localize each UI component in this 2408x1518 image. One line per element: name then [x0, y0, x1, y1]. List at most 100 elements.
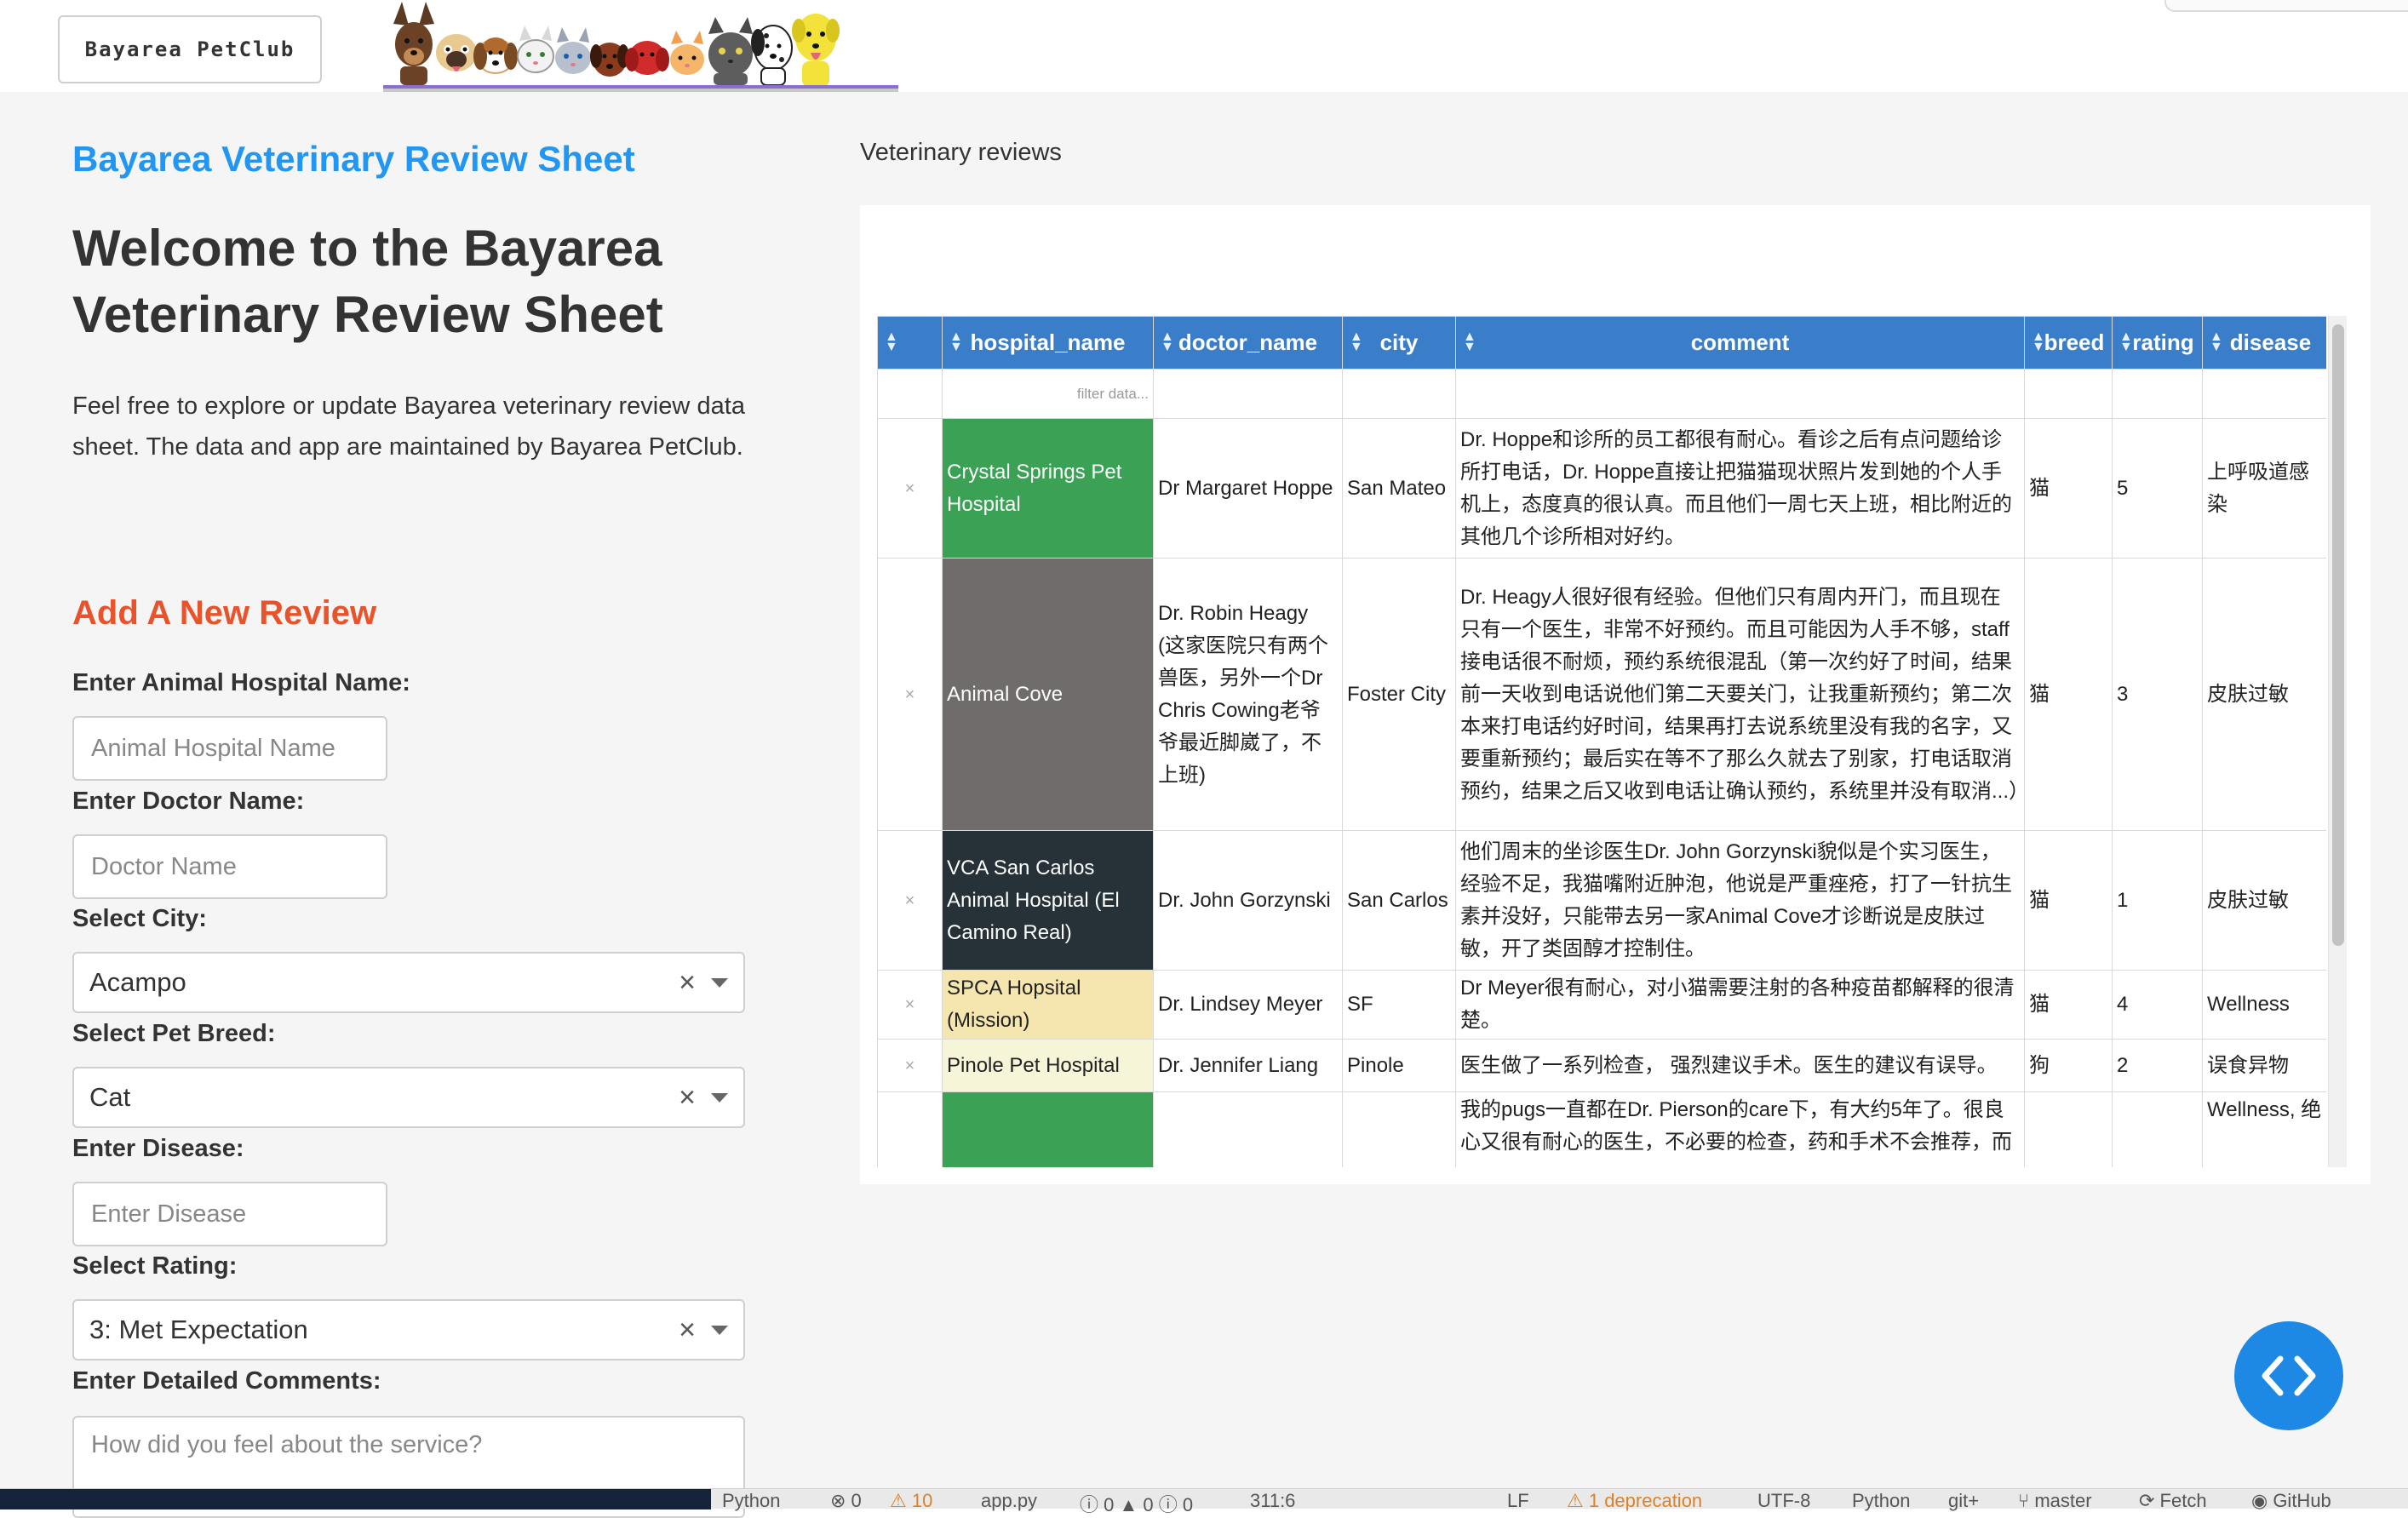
status-git[interactable]: git+ [1948, 1490, 1979, 1512]
status-fetch[interactable]: ⟳ Fetch [2139, 1490, 2207, 1512]
table-scrollbar[interactable] [2328, 316, 2347, 1167]
cell-breed: 猫 [2024, 418, 2113, 559]
brand-button[interactable]: Bayarea PetClub [58, 15, 322, 83]
top-bar: Bayarea PetClub [0, 0, 2408, 92]
cell-disease: Wellness, 绝 [2202, 1091, 2326, 1167]
sort-icon[interactable]: ▲ ▼ [1463, 330, 1476, 354]
status-bar-terminal [0, 1489, 711, 1509]
cell-doctor-name: Dr. Jennifer Liang [1153, 1039, 1343, 1092]
cell-comment: Dr Meyer很有耐心，对小猫需要注射的各种疫苗都解释的很清楚。 [1455, 970, 2025, 1040]
filter-cell[interactable] [1342, 369, 1456, 419]
filter-cell[interactable] [1153, 369, 1343, 419]
table-row[interactable]: × Pinole Pet Hospital Dr. Jennifer Liang Pi… [877, 1039, 2326, 1092]
code-toggle-button[interactable] [2234, 1321, 2343, 1430]
cell-rating: 5 [2112, 418, 2203, 559]
row-header-cell[interactable]: ▲ ▼ [877, 316, 943, 369]
cell-disease: 误食异物 [2202, 1039, 2326, 1092]
sort-icon[interactable]: ▲ ▼ [2119, 330, 2133, 354]
pets-lineup-banner [383, 0, 898, 92]
remove-row-icon[interactable] [877, 1091, 943, 1167]
doctor-input[interactable] [91, 852, 369, 881]
hospital-label: Enter Animal Hospital Name: [72, 669, 410, 696]
filter-cell[interactable] [2024, 369, 2113, 419]
cell-doctor-name: Dr. John Gorzynski [1153, 830, 1343, 971]
status-github[interactable]: ◉ GitHub [2251, 1490, 2331, 1512]
column-header[interactable]: ▲ ▼ city [1342, 316, 1456, 369]
city-select[interactable]: Acampo × [72, 952, 745, 1013]
remove-row-icon[interactable]: × [877, 418, 943, 559]
sort-icon[interactable]: ▲ ▼ [885, 330, 898, 354]
remove-row-icon[interactable]: × [877, 970, 943, 1040]
filter-cell[interactable] [2202, 369, 2326, 419]
cell-breed: 狗 [2024, 1039, 2113, 1092]
chevron-down-icon[interactable] [711, 1325, 728, 1335]
status-errors[interactable]: ⊗ 0 [830, 1490, 862, 1512]
disease-field[interactable] [72, 1182, 387, 1246]
filter-input[interactable]: filter data... [942, 369, 1154, 419]
clear-icon[interactable]: × [679, 966, 696, 1000]
disease-input[interactable] [91, 1200, 369, 1229]
cell-breed [2024, 1091, 2113, 1167]
cell-city: Foster City [1342, 558, 1456, 831]
sort-icon[interactable]: ▲ ▼ [1350, 330, 1363, 354]
cell-comment: 我的pugs一直都在Dr. Pierson的care下，有大约5年了。很良心又很… [1455, 1091, 2025, 1167]
status-problems[interactable]: ⓘ 0 ▲ 0 ⓘ 0 [1080, 1490, 1193, 1517]
cell-hospital-name: SPCA Hopsital (Mission) [942, 970, 1154, 1040]
hospital-field[interactable] [72, 716, 387, 781]
scrollbar-thumb[interactable] [2332, 324, 2344, 946]
cell-comment: 他们周末的坐诊医生Dr. John Gorzynski貌似是个实习医生，经验不足… [1455, 830, 2025, 971]
cell-breed: 猫 [2024, 558, 2113, 831]
reviews-table-wrap: ▲ ▼ ▲ ▼ hospital_name ▲ ▼ doctor_name ▲ ▼ city … [877, 316, 2326, 1167]
chevron-down-icon[interactable] [711, 1092, 728, 1103]
cell-hospital-name: Animal Cove [942, 558, 1154, 831]
cell-city [1342, 1091, 1456, 1167]
cell-disease: 上呼吸道感染 [2202, 418, 2326, 559]
status-line-ending[interactable]: LF [1507, 1490, 1529, 1512]
cell-city: SF [1342, 970, 1456, 1040]
status-file[interactable]: app.py [981, 1490, 1037, 1512]
column-header[interactable]: ▲ ▼ comment [1455, 316, 2025, 369]
table-row[interactable]: × Crystal Springs Pet Hospital Dr Margaret… [877, 418, 2326, 559]
column-header[interactable]: ▲ ▼ disease [2202, 316, 2326, 369]
clear-icon[interactable]: × [679, 1314, 696, 1347]
column-header[interactable]: ▲ ▼ rating [2112, 316, 2203, 369]
table-row[interactable]: × Animal Cove Dr. Robin Heagy (这家医院只有两个兽医，… [877, 558, 2326, 831]
table-row[interactable]: × VCA San Carlos Animal Hospital (El Cami… [877, 830, 2326, 971]
hospital-input[interactable] [91, 734, 369, 763]
cell-hospital-name [942, 1091, 1154, 1167]
breed-select[interactable]: Cat × [72, 1067, 745, 1128]
sort-icon[interactable]: ▲ ▼ [2032, 330, 2045, 354]
cell-rating: 3 [2112, 558, 2203, 831]
chevron-down-icon[interactable] [711, 977, 728, 988]
doctor-field[interactable] [72, 834, 387, 899]
status-warnings[interactable]: ⚠ 10 [890, 1490, 932, 1512]
rating-select[interactable]: 3: Met Expectation × [72, 1299, 745, 1360]
status-language-mode[interactable]: Python [1852, 1490, 1911, 1512]
page-title: Welcome to the Bayarea Veterinary Review… [72, 220, 663, 343]
column-header[interactable]: ▲ ▼ hospital_name [942, 316, 1154, 369]
sort-icon[interactable]: ▲ ▼ [1161, 330, 1174, 354]
sort-icon[interactable]: ▲ ▼ [2210, 330, 2223, 354]
clear-icon[interactable]: × [679, 1081, 696, 1114]
column-header[interactable]: ▲ ▼ doctor_name [1153, 316, 1343, 369]
status-branch[interactable]: ⑂ master [2018, 1490, 2092, 1512]
remove-row-icon[interactable]: × [877, 558, 943, 831]
filter-cell[interactable] [1455, 369, 2025, 419]
filter-cell[interactable] [2112, 369, 2203, 419]
remove-row-icon[interactable]: × [877, 1039, 943, 1092]
filter-cell [877, 369, 943, 419]
cell-rating: 1 [2112, 830, 2203, 971]
cell-city: Pinole [1342, 1039, 1456, 1092]
sort-icon[interactable]: ▲ ▼ [949, 330, 963, 354]
status-position[interactable]: 311:6 [1250, 1490, 1295, 1512]
cell-breed: 猫 [2024, 830, 2113, 971]
table-row[interactable]: 我的pugs一直都在Dr. Pierson的care下，有大约5年了。很良心又很… [877, 1091, 2326, 1167]
status-encoding[interactable]: UTF-8 [1757, 1490, 1810, 1512]
cell-doctor-name: Dr. Robin Heagy (这家医院只有两个兽医，另外一个Dr Chris… [1153, 558, 1343, 831]
column-header[interactable]: ▲ ▼ breed [2024, 316, 2113, 369]
status-deprecation[interactable]: ⚠ 1 deprecation [1567, 1490, 1702, 1512]
status-language[interactable]: Python [722, 1490, 781, 1512]
sidebar-panel: Bayarea Veterinary Review Sheet Welcome … [0, 92, 826, 1518]
table-row[interactable]: × SPCA Hopsital (Mission) Dr. Lindsey Meye… [877, 970, 2326, 1040]
remove-row-icon[interactable]: × [877, 830, 943, 971]
